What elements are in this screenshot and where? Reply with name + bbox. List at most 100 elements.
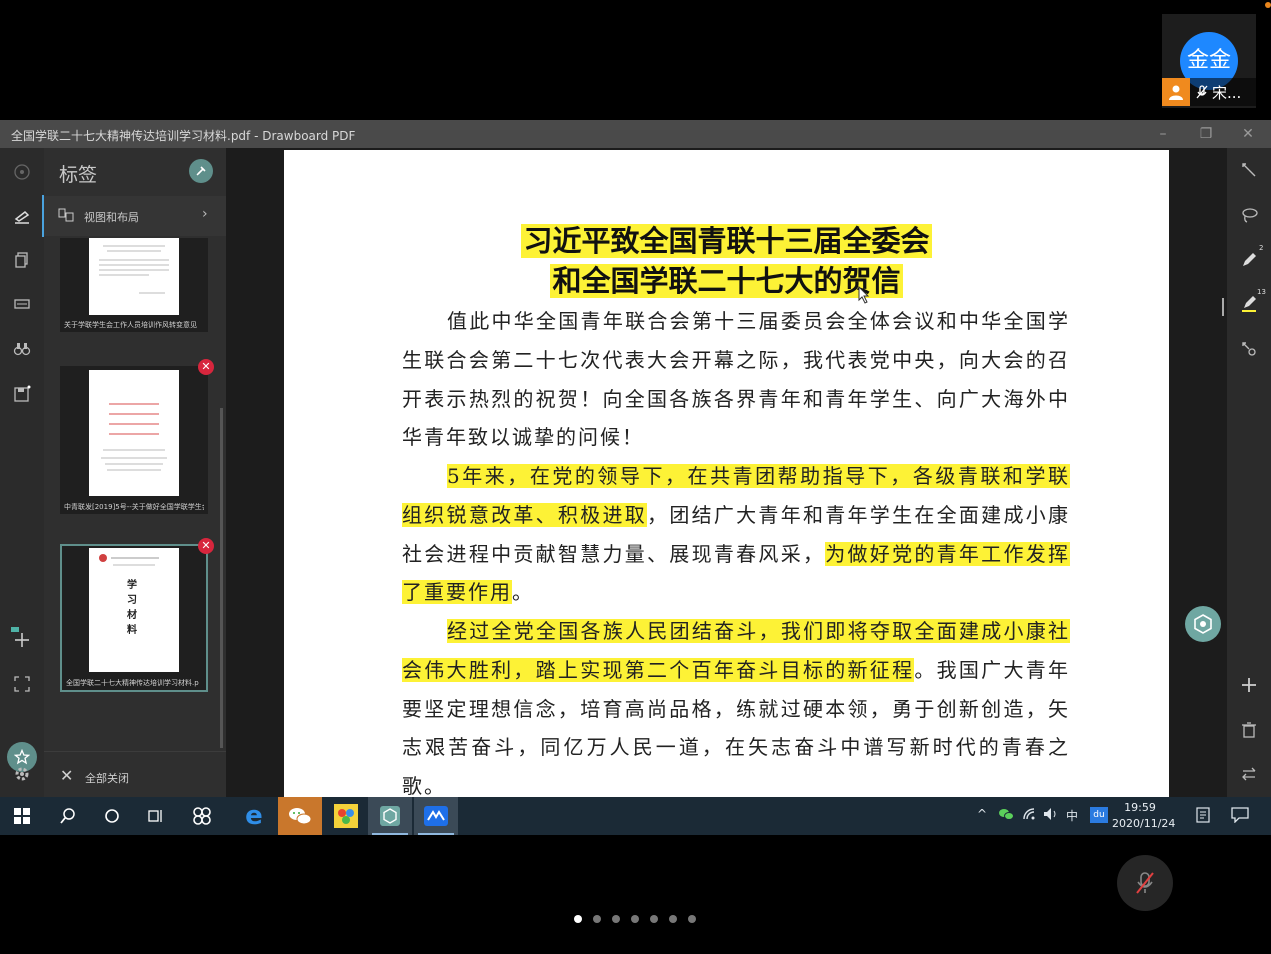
restore-button[interactable]: ❐	[1196, 124, 1216, 144]
thumbnail-page-preview: 学 习 材 料	[89, 548, 179, 672]
windows-start-icon[interactable]	[0, 797, 44, 835]
page-dot[interactable]	[669, 915, 677, 923]
search-binoculars-icon[interactable]	[10, 337, 34, 361]
page-dot[interactable]	[593, 915, 601, 923]
task-view-icon[interactable]	[134, 797, 178, 835]
document-thumbnail-3[interactable]: 学 习 材 料 全国学联二十七大精神传达培训学习材料.p	[60, 544, 208, 692]
minimize-button[interactable]: –	[1153, 124, 1173, 144]
lasso-icon[interactable]	[1237, 203, 1261, 227]
drawboard-window: 全国学联二十七大精神传达培训学习材料.pdf - Drawboard PDF –…	[0, 120, 1271, 797]
windows-taskbar: e ^ 中 du 19:59 2020/11/24	[0, 797, 1271, 835]
show-hidden-icons-chevron-icon[interactable]: ^	[977, 807, 987, 821]
thumb-line-3: 材	[127, 610, 137, 621]
floating-action-button[interactable]	[1185, 606, 1221, 642]
page-dot[interactable]	[631, 915, 639, 923]
thumbnail-caption: 中青联发[2019]5号--关于做好全国学联学生会改	[64, 503, 204, 511]
action-center-icon[interactable]	[1231, 807, 1249, 826]
view-layout-icon	[58, 208, 74, 222]
search-icon[interactable]	[46, 797, 90, 835]
mouse-cursor-icon	[858, 286, 870, 304]
ime-indicator[interactable]: 中	[1066, 807, 1078, 824]
thumbnail-page-preview	[89, 370, 179, 496]
colorful-app-icon[interactable]	[324, 797, 368, 835]
window-title: 全国学联二十七大精神传达培训学习材料.pdf - Drawboard PDF	[11, 129, 356, 143]
swap-icon[interactable]	[1237, 762, 1261, 786]
document-title-line-1: 习近平致全国青联十三届全委会	[521, 224, 932, 258]
person-icon	[1162, 78, 1190, 106]
thumb-line-2: 习	[127, 595, 137, 606]
meeting-app-icon[interactable]	[414, 797, 458, 835]
title-bar: 全国学联二十七大精神传达培训学习材料.pdf - Drawboard PDF –…	[0, 120, 1271, 148]
notes-icon[interactable]	[1195, 807, 1211, 826]
highlighter-badge: 13	[1257, 288, 1266, 296]
right-tool-rail: 2 13	[1227, 148, 1271, 797]
volume-icon[interactable]	[1043, 807, 1059, 824]
close-window-button[interactable]: ✕	[1238, 124, 1258, 144]
mute-microphone-button[interactable]	[1117, 855, 1173, 911]
panel-scrollbar[interactable]	[220, 408, 223, 748]
add-icon[interactable]	[1237, 673, 1261, 697]
document-title-line-2: 和全国学联二十七大的贺信	[550, 264, 903, 298]
annotation-list-icon[interactable]	[10, 204, 34, 228]
page-dot[interactable]	[574, 915, 582, 923]
page-dot[interactable]	[688, 915, 696, 923]
system-clock[interactable]: 19:59 2020/11/24	[1112, 800, 1175, 832]
add-page-icon[interactable]	[10, 626, 34, 650]
mic-muted-icon	[1196, 85, 1208, 99]
participant-tile[interactable]: 金金 宋...	[1162, 14, 1256, 108]
close-all-button[interactable]: 全部关闭	[85, 770, 129, 786]
magic-select-icon[interactable]	[1237, 158, 1261, 182]
canvas-scrollbar[interactable]	[1222, 298, 1224, 316]
layout-icon[interactable]	[10, 292, 34, 316]
screen-root: { "conference": { "participant_avatar_te…	[0, 0, 1271, 954]
bookmarks-panel: 标签 视图和布局 › 关于学联学生会工作人员培训作风转变意见 中青联发[2019…	[44, 148, 226, 797]
page-indicator-dots	[574, 915, 696, 923]
back-icon[interactable]	[10, 160, 34, 184]
view-layout-label: 视图和布局	[84, 211, 139, 224]
pinwheel-app-icon[interactable]	[180, 797, 224, 835]
chevron-right-icon: ›	[202, 206, 208, 222]
panel-title: 标签	[59, 164, 98, 186]
panel-footer: ✕ 全部关闭	[44, 751, 226, 797]
left-tool-rail	[0, 148, 45, 797]
clock-time: 19:59	[1124, 801, 1156, 814]
recording-indicator	[1265, 2, 1271, 8]
wechat-tray-icon[interactable]	[998, 807, 1014, 824]
pen-tool-icon[interactable]: 2	[1237, 244, 1263, 272]
drawboard-taskbar-icon[interactable]	[368, 797, 412, 835]
eraser-select-icon[interactable]	[1237, 337, 1261, 361]
thumb-line-4: 料	[127, 625, 137, 636]
page-dot[interactable]	[612, 915, 620, 923]
network-icon[interactable]	[1022, 807, 1036, 824]
close-thumbnail-3-button[interactable]: ✕	[198, 538, 214, 554]
thumbnail-page-preview	[89, 238, 179, 315]
mic-muted-icon	[1136, 872, 1154, 894]
paragraph-3: 经过全党全国各族人民团结奋斗，我们即将夺取全面建成小康社会伟大胜利，踏上实现第二…	[402, 619, 1071, 797]
close-all-icon[interactable]: ✕	[60, 766, 73, 785]
paragraph-1: 值此中华全国青年联合会第十三届委员会全体会议和中华全国学生联合会第二十七次代表大…	[402, 309, 1070, 450]
save-icon[interactable]	[10, 382, 34, 406]
cortana-icon[interactable]	[90, 797, 134, 835]
pen-badge: 2	[1259, 244, 1264, 252]
fullscreen-icon[interactable]	[10, 672, 34, 696]
highlighter-tool-icon[interactable]: 13	[1237, 288, 1266, 316]
settings-gear-icon[interactable]	[10, 762, 34, 786]
paragraph-2: 5年来，在党的领导下，在共青团帮助指导下，各级青联和学联组织锐意改革、积极进取，…	[402, 464, 1071, 605]
pdf-page[interactable]: 习近平致全国青联十三届全委会 和全国学联二十七大的贺信 值此中华全国青年联合会第…	[284, 150, 1169, 797]
delete-trash-icon[interactable]	[1237, 718, 1261, 742]
document-thumbnail-2[interactable]: 中青联发[2019]5号--关于做好全国学联学生会改	[60, 366, 208, 514]
page-dot[interactable]	[650, 915, 658, 923]
document-thumbnail-1[interactable]: 关于学联学生会工作人员培训作风转变意见	[60, 238, 208, 332]
baidu-input-icon[interactable]: du	[1090, 807, 1108, 823]
close-thumbnail-2-button[interactable]: ✕	[198, 359, 214, 375]
thumb-line-1: 学	[127, 580, 137, 591]
thumbnail-caption: 关于学联学生会工作人员培训作风转变意见	[64, 321, 197, 329]
wechat-icon[interactable]	[278, 797, 322, 835]
pin-panel-button[interactable]	[189, 159, 213, 183]
conference-top-bar: 金金 宋...	[0, 0, 1271, 120]
edge-browser-icon[interactable]: e	[232, 797, 276, 835]
pages-icon[interactable]	[10, 248, 34, 272]
conference-bottom-bar	[0, 835, 1271, 954]
thumbnail-caption: 全国学联二十七大精神传达培训学习材料.p	[66, 679, 199, 687]
view-and-layout-row[interactable]: 视图和布局 ›	[44, 196, 226, 236]
